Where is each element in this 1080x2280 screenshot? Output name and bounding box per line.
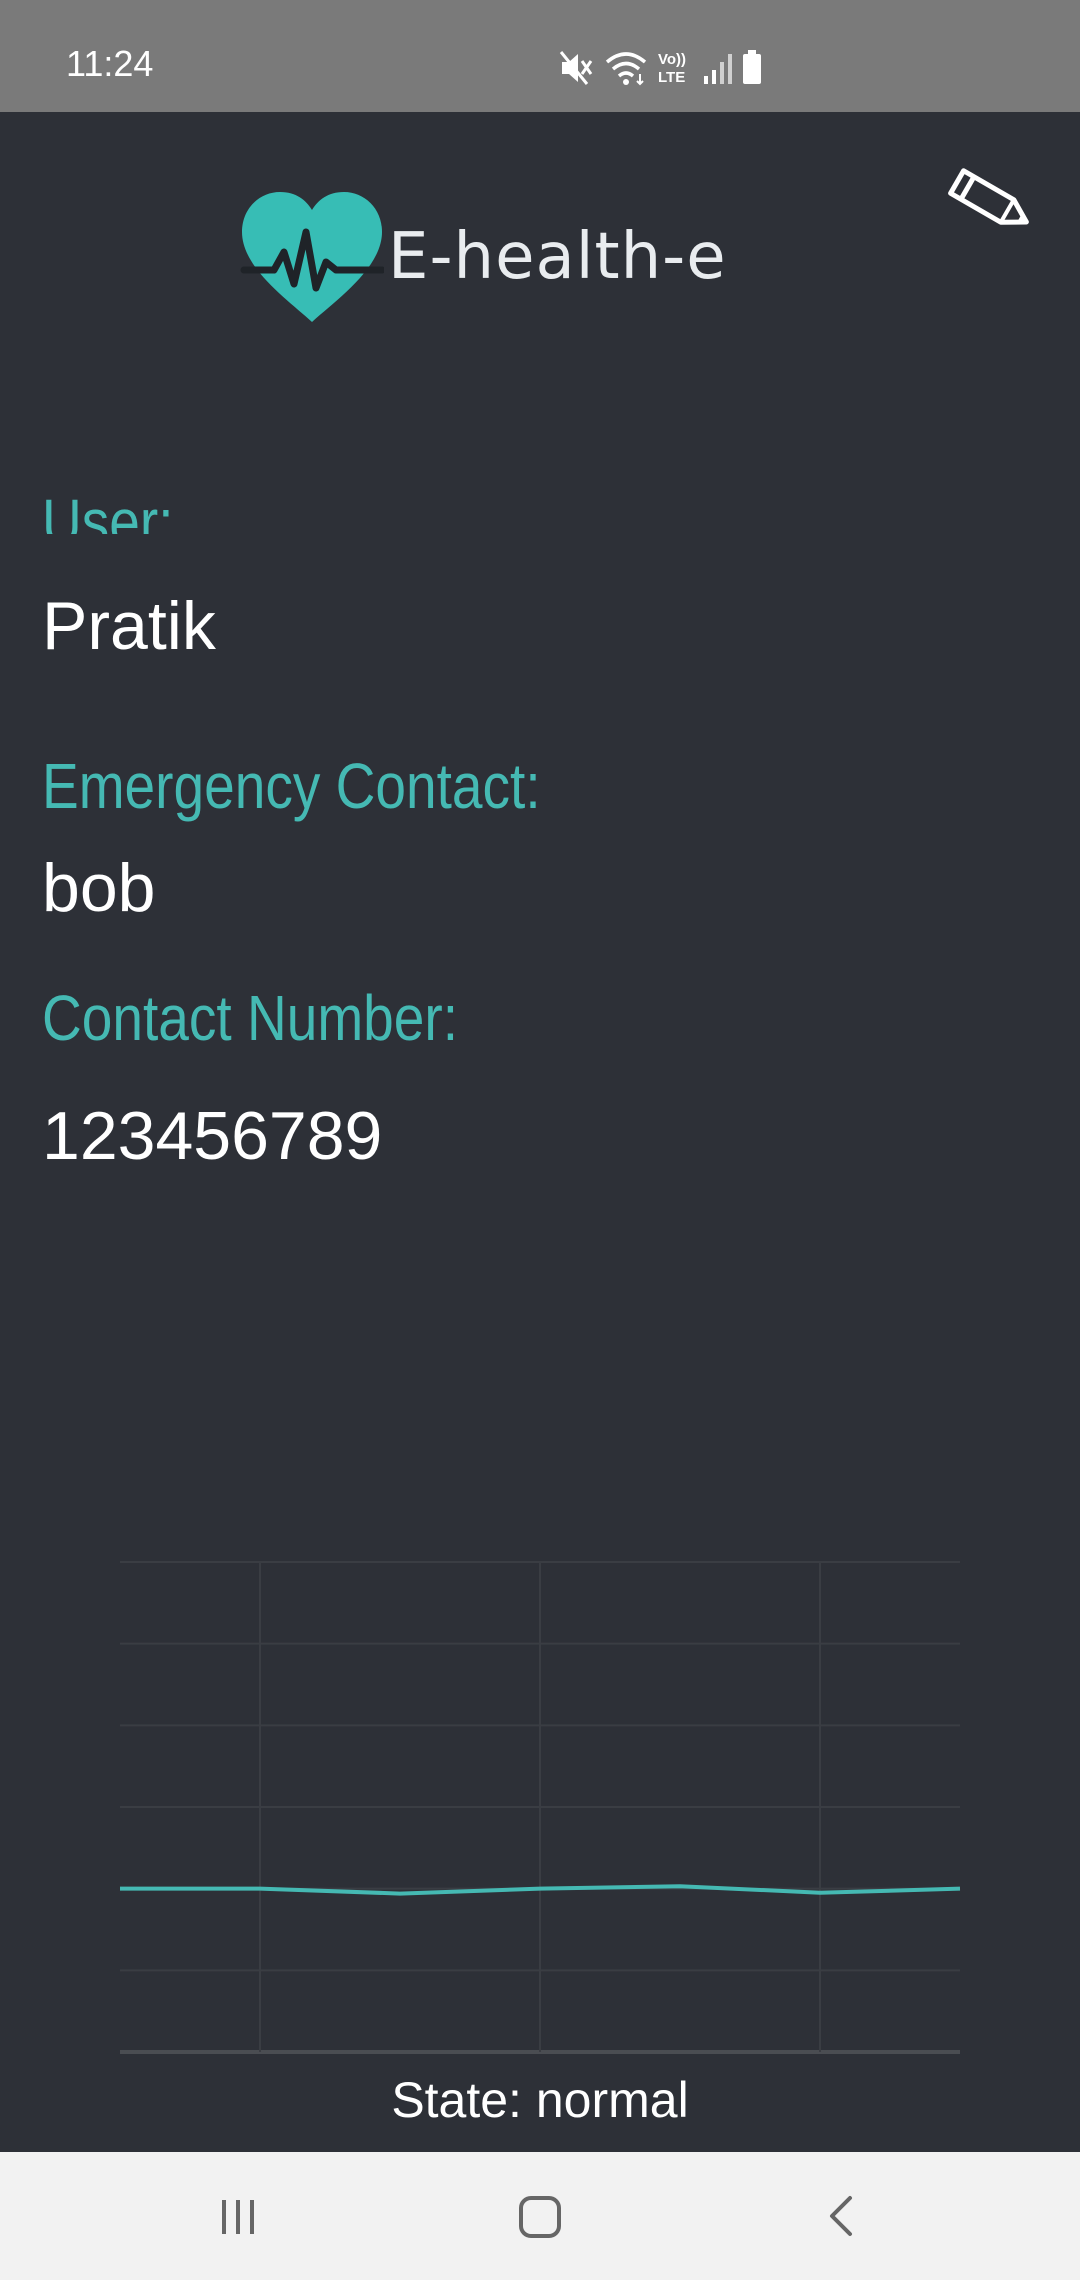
user-label: User:: [42, 486, 174, 534]
navigation-bar: [0, 2152, 1080, 2280]
state-text: State: normal: [391, 2072, 689, 2128]
recents-icon[interactable]: [188, 2176, 288, 2256]
emergency-contact-label: Emergency Contact:: [42, 750, 541, 822]
contact-number-value: 123456789: [42, 1098, 383, 1174]
app-title: E-health-e: [388, 220, 727, 294]
pencil-icon[interactable]: [940, 156, 1040, 246]
signal-icon: [704, 54, 732, 84]
back-icon[interactable]: [792, 2176, 892, 2256]
contact-number-label: Contact Number:: [42, 982, 459, 1054]
home-icon[interactable]: [490, 2176, 590, 2256]
heart-rate-chart: [119, 1561, 961, 2054]
user-value: Pratik: [42, 588, 216, 664]
status-time: 11:24: [66, 43, 154, 84]
emergency-contact-value: bob: [42, 850, 156, 926]
mute-icon: [559, 51, 593, 85]
volte-icon: Vo)) LTE: [658, 51, 686, 86]
volte-text-top: Vo)): [658, 51, 686, 68]
heart-pulse-icon: [240, 192, 384, 322]
status-bar: 11:24 Vo)) LTE: [0, 0, 1080, 112]
wifi-icon: [605, 52, 647, 86]
volte-text-bottom: LTE: [658, 69, 685, 86]
app-screen: E-health-e User: Pratik Emergency Contac…: [0, 112, 1080, 2152]
battery-icon: [743, 50, 761, 84]
